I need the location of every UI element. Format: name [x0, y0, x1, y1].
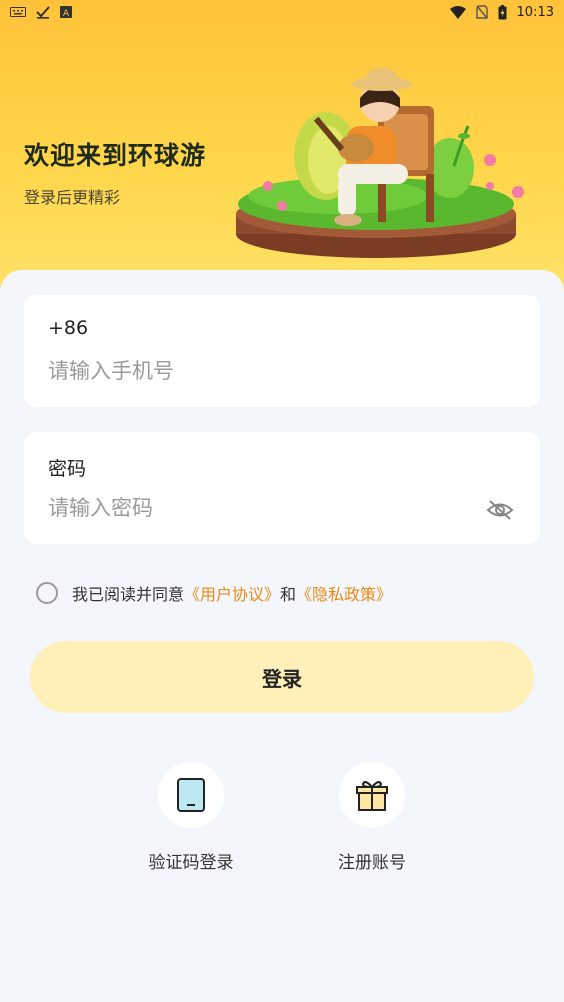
- privacy-policy-link[interactable]: 《隐私政策》: [296, 581, 392, 605]
- check-icon: [36, 5, 50, 19]
- agreement-row: 我已阅读并同意 《用户协议》 和 《隐私政策》: [36, 580, 392, 606]
- status-bar: A 10:13: [0, 0, 564, 24]
- password-card: 密码: [24, 432, 540, 544]
- hero-illustration: [236, 68, 524, 258]
- no-sim-icon: [475, 5, 488, 19]
- password-label: 密码: [48, 458, 87, 480]
- wifi-icon: [449, 5, 466, 19]
- keyboard-icon: [10, 7, 26, 17]
- agreement-and: 和: [280, 585, 297, 604]
- sms-login-circle[interactable]: [158, 762, 224, 828]
- sms-login-label: 验证码登录: [148, 853, 234, 873]
- welcome-subtitle: 登录后更精彩: [24, 188, 121, 207]
- phone-card: +86: [24, 295, 540, 407]
- a-badge-icon: A: [60, 6, 72, 18]
- country-code[interactable]: +86: [48, 317, 88, 339]
- svg-text:A: A: [63, 9, 70, 18]
- register-option[interactable]: 注册账号: [317, 762, 427, 874]
- status-time: 10:13: [516, 4, 554, 20]
- password-input[interactable]: [48, 492, 478, 524]
- battery-charging-icon: [498, 4, 507, 20]
- phone-input[interactable]: [48, 355, 478, 387]
- agreement-radio[interactable]: [36, 582, 58, 604]
- user-agreement-link[interactable]: 《用户协议》: [184, 581, 280, 605]
- sms-login-option[interactable]: 验证码登录: [136, 762, 246, 874]
- agreement-text: 我已阅读并同意: [72, 585, 185, 604]
- gift-icon: [356, 781, 388, 811]
- eye-off-icon[interactable]: [486, 498, 514, 522]
- welcome-title: 欢迎来到环球游: [24, 141, 207, 170]
- register-label: 注册账号: [338, 853, 406, 873]
- login-button[interactable]: 登录: [30, 641, 534, 713]
- register-circle[interactable]: [339, 762, 405, 828]
- phone-icon: [177, 778, 205, 812]
